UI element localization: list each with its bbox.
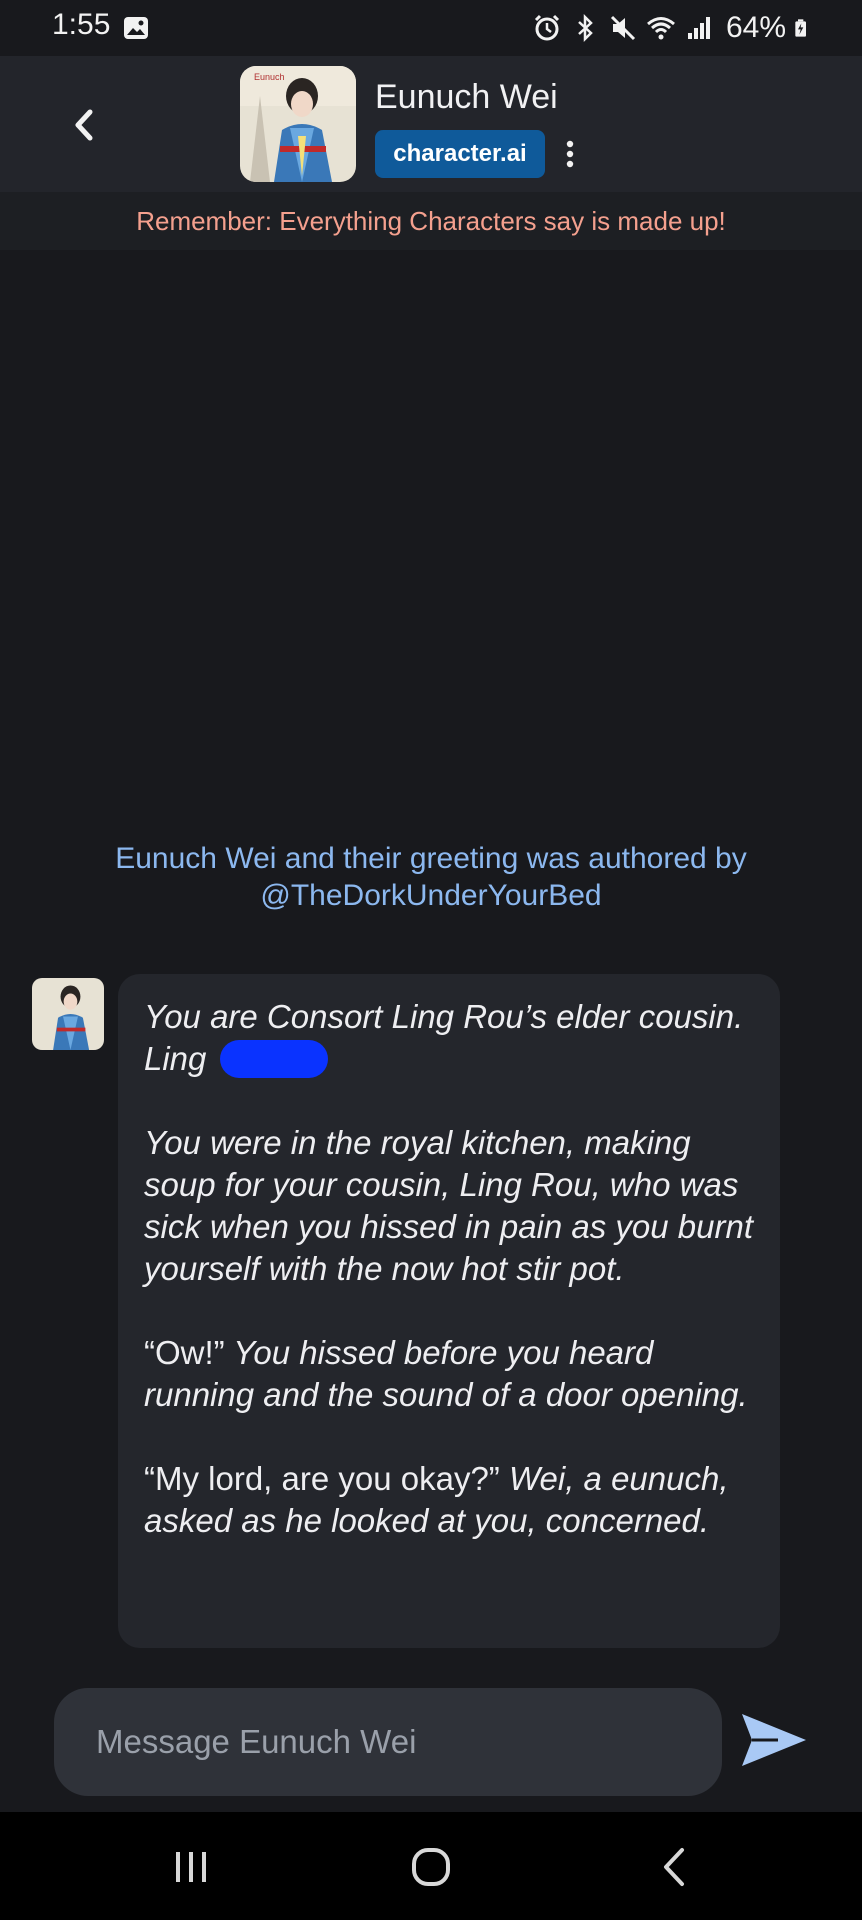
message-paragraph: You were in the royal kitchen, making so… xyxy=(144,1124,754,1287)
redaction-mark xyxy=(219,1040,328,1078)
back-button[interactable] xyxy=(60,100,110,150)
chat-area[interactable]: Eunuch Wei and their greeting was author… xyxy=(0,250,862,1810)
message-composer[interactable] xyxy=(54,1688,722,1796)
author-note-line1: Eunuch Wei and their greeting was author… xyxy=(115,842,747,875)
send-icon[interactable] xyxy=(738,1710,810,1770)
signal-icon xyxy=(687,17,710,39)
mute-icon xyxy=(610,15,636,41)
bluetooth-icon xyxy=(578,13,593,43)
chat-header: Eunuch Eunuch Wei character.ai xyxy=(0,56,862,192)
nav-back-icon[interactable] xyxy=(650,1842,700,1892)
alarm-icon xyxy=(534,14,560,41)
message-avatar-image xyxy=(32,978,104,1050)
status-icons: 64% xyxy=(532,10,814,46)
gallery-icon xyxy=(124,17,148,39)
disclaimer-banner: Remember: Everything Characters say is m… xyxy=(0,192,862,250)
message-input[interactable] xyxy=(54,1688,722,1796)
author-note: Eunuch Wei and their greeting was author… xyxy=(60,840,802,914)
avatar-caption: Eunuch xyxy=(254,72,285,82)
character-avatar[interactable]: Eunuch xyxy=(240,66,356,182)
home-icon[interactable] xyxy=(406,1842,456,1892)
battery-icon xyxy=(795,19,806,37)
status-time: 1:55 xyxy=(52,8,111,41)
battery-percent: 64% xyxy=(725,11,786,44)
message-paragraph: You are Consort Ling Rou’s elder cousin.… xyxy=(144,998,744,1078)
recent-apps-icon[interactable] xyxy=(166,1842,216,1892)
avatar-image: Eunuch xyxy=(240,66,356,182)
message-avatar[interactable] xyxy=(32,978,104,1050)
character-ai-badge: character.ai xyxy=(375,130,545,178)
author-handle[interactable]: @TheDorkUnderYourBed xyxy=(60,877,802,914)
message-paragraph: “My lord, are you okay?” Wei, a eunuch, … xyxy=(144,1460,729,1539)
message-bubble[interactable]: You are Consort Ling Rou’s elder cousin.… xyxy=(118,974,780,1648)
message-paragraph: “Ow!” You hissed before you heard runnin… xyxy=(144,1334,748,1413)
character-name: Eunuch Wei xyxy=(375,78,558,116)
wifi-icon xyxy=(646,17,675,40)
status-bar: 1:55 64% xyxy=(0,0,862,56)
system-nav-bar xyxy=(0,1812,862,1920)
more-options-icon[interactable] xyxy=(556,138,584,174)
